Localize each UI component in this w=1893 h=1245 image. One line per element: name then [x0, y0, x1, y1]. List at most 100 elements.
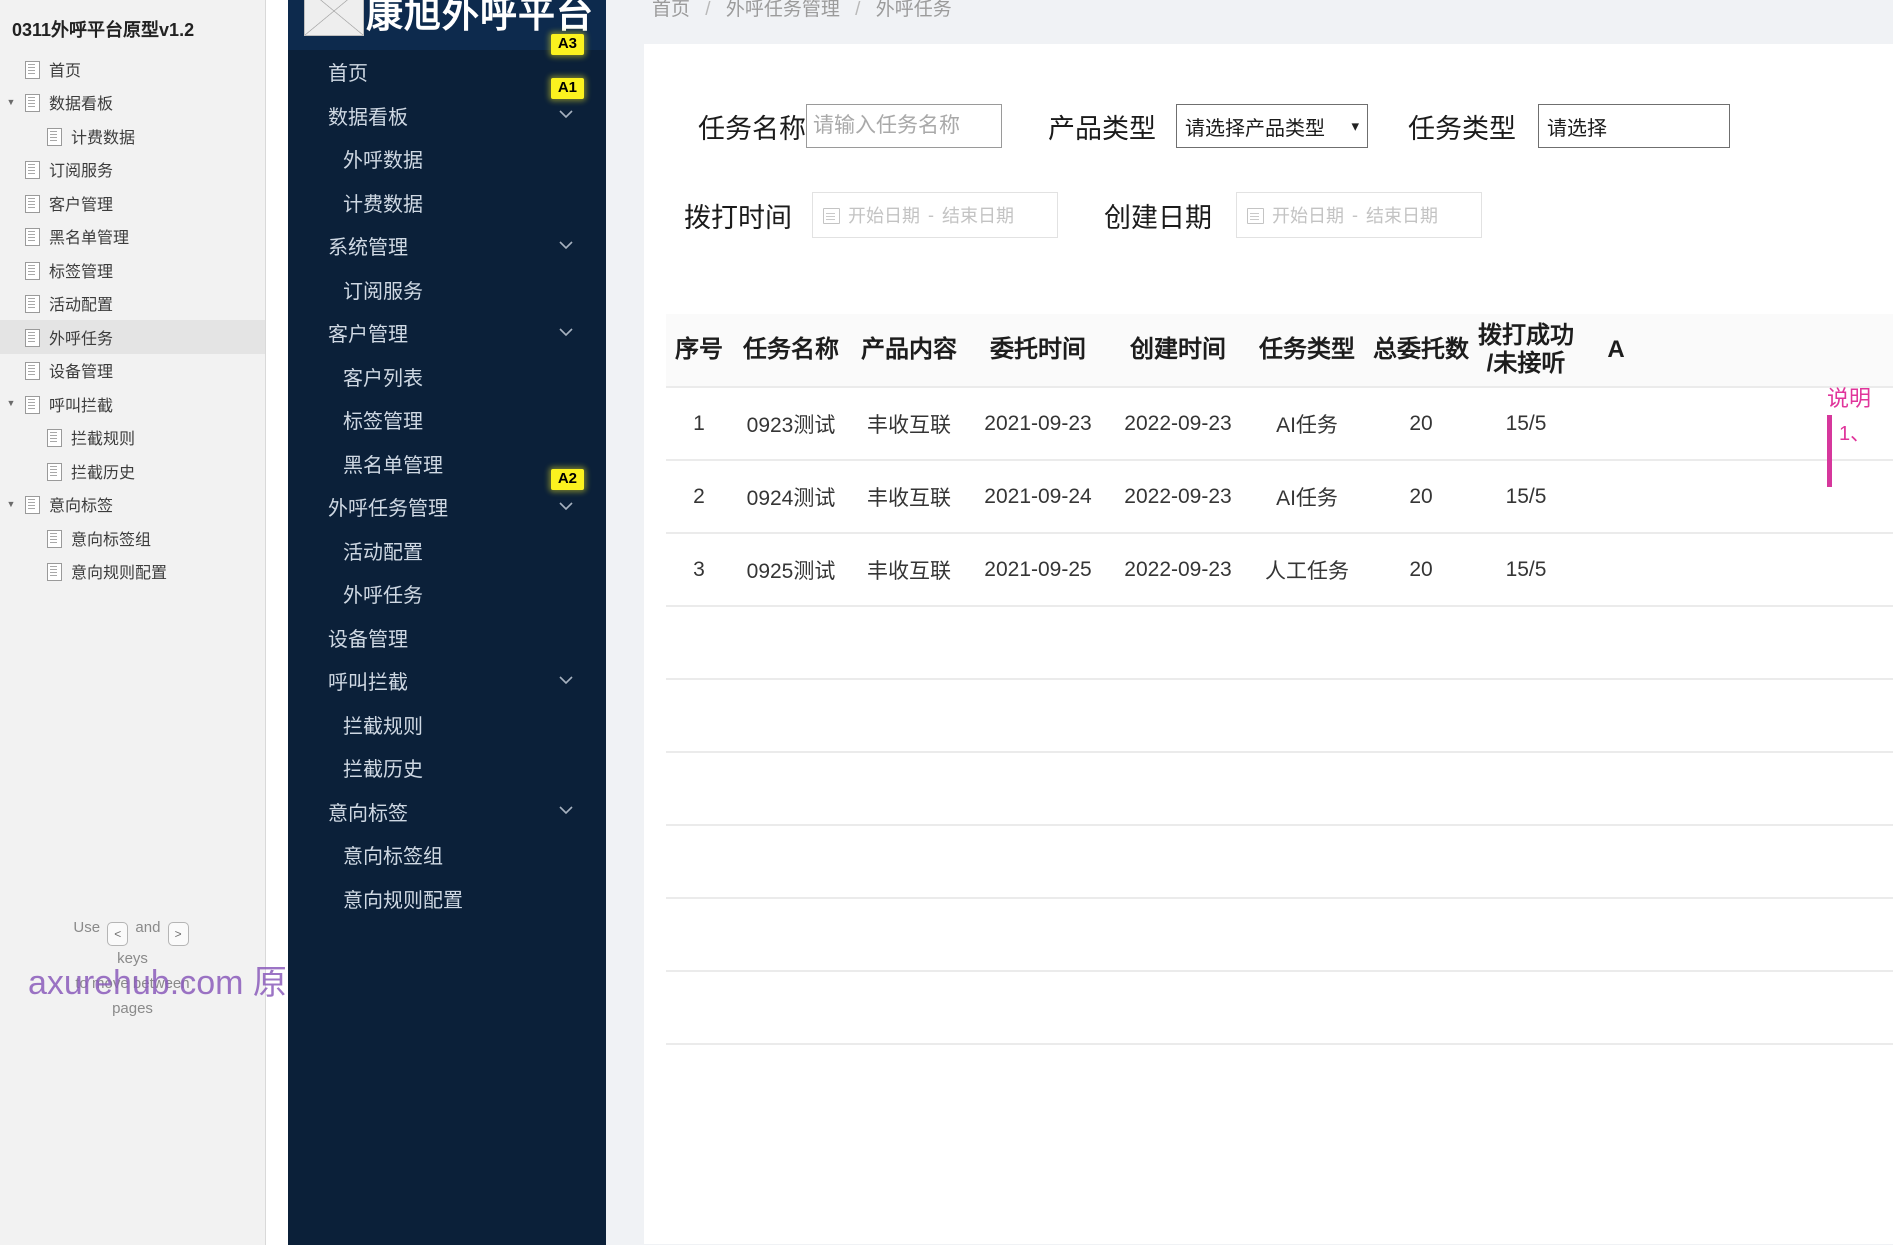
product-type-select[interactable]: 请选择产品类型 ▾ — [1176, 104, 1368, 148]
table-col-header-3: 委托时间 — [990, 336, 1086, 363]
nav-item-4[interactable]: 系统管理 — [288, 224, 606, 268]
table-row[interactable]: 1 0923测试 丰收互联 2021-09-23 2022-09-23 AI任务 20 15/… — [666, 388, 1893, 461]
nav-item-17[interactable]: 意向标签 — [288, 790, 606, 834]
sitemap-item-0[interactable]: ▼首页 — [0, 52, 265, 86]
table-col-header-0: 序号 — [675, 336, 723, 363]
call-time-dash: - — [928, 204, 934, 225]
chevron-down-icon[interactable] — [558, 672, 574, 688]
chevron-down-icon[interactable] — [558, 498, 574, 514]
calendar-icon — [823, 207, 840, 224]
nav-item-15[interactable]: 拦截规则 — [288, 703, 606, 747]
sitemap-item-9[interactable]: ▼设备管理 — [0, 354, 265, 388]
annotation-badge-A2[interactable]: A2 — [550, 469, 584, 490]
table-cell-task_name: 0923测试 — [746, 413, 836, 437]
breadcrumb-item-home[interactable]: 首页 — [652, 0, 690, 20]
app-title: 康旭外呼平台 — [366, 0, 594, 35]
create-date-end[interactable]: 结束日期 — [1366, 202, 1438, 228]
expand-triangle-icon[interactable]: ▼ — [0, 97, 22, 107]
chevron-down-icon[interactable] — [558, 802, 574, 818]
page-icon — [22, 293, 42, 314]
nav-item-5[interactable]: 订阅服务 — [288, 268, 606, 312]
table-row[interactable]: 3 0925测试 丰收互联 2021-09-25 2022-09-23 人工任务 20 15/… — [666, 534, 1893, 607]
table-row[interactable]: 2 0924测试 丰收互联 2021-09-24 2022-09-23 AI任务 20 15/… — [666, 461, 1893, 534]
expand-triangle-icon[interactable]: ▼ — [0, 399, 22, 408]
breadcrumb-separator: / — [705, 0, 711, 20]
nav-item-16[interactable]: 拦截历史 — [288, 746, 606, 790]
sitemap-item-2[interactable]: ▼计费数据 — [0, 119, 265, 153]
next-page-key[interactable]: > — [167, 922, 189, 946]
hint-and-text: and — [135, 919, 161, 936]
nav-item-18[interactable]: 意向标签组 — [288, 833, 606, 877]
nav-item-3[interactable]: 计费数据 — [288, 181, 606, 225]
sitemap-item-8[interactable]: ▼外呼任务 — [0, 320, 265, 354]
breadcrumb-item-task: 外呼任务 — [875, 0, 952, 20]
sitemap-item-11[interactable]: ▼拦截规则 — [0, 421, 265, 455]
nav-item-10[interactable]: 外呼任务管理 A2 — [288, 469, 606, 529]
sitemap-item-label: 活动配置 — [49, 297, 114, 315]
annotation-badge-A3[interactable]: A3 — [550, 34, 584, 55]
nav-item-label: 标签管理 — [343, 411, 423, 434]
page-icon — [22, 394, 42, 414]
sitemap-item-6[interactable]: ▼标签管理 — [0, 253, 265, 287]
task-type-select[interactable]: 请选择 — [1538, 104, 1730, 148]
table-cell-entrust_time: 2021-09-25 — [984, 557, 1092, 581]
sitemap-item-12[interactable]: ▼拦截历史 — [0, 454, 265, 488]
call-time-end[interactable]: 结束日期 — [942, 202, 1014, 228]
app-sidebar: 康旭外呼平台 首页 A3 数据看板 A1 外呼数据 计费数据 系统管理 订阅服务 客户管理 客户列… — [288, 0, 606, 1245]
nav-item-label: 活动配置 — [343, 541, 423, 564]
sitemap-item-1[interactable]: ▼ 数据看板 — [0, 86, 265, 120]
create-date-daterange[interactable]: 开始日期 - 结束日期 — [1236, 192, 1482, 238]
table-cell-index: 2 — [693, 484, 705, 508]
nav-item-1[interactable]: 数据看板 A1 — [288, 77, 606, 138]
task-name-label: 任务名称 — [698, 113, 806, 144]
table-cell-success_missed: 15/5 — [1505, 484, 1547, 508]
table-cell-entrust_time: 2021-09-23 — [984, 411, 1092, 435]
nav-item-12[interactable]: 外呼任务 — [288, 572, 606, 616]
sitemap-item-label: 意向标签组 — [71, 531, 152, 549]
prototype-title: 0311外呼平台原型v1.2 — [12, 20, 195, 40]
sitemap-item-4[interactable]: ▼客户管理 — [0, 186, 265, 220]
create-date-start[interactable]: 开始日期 — [1272, 202, 1344, 228]
table-cell-task_type: 人工任务 — [1265, 559, 1349, 583]
sitemap-item-5[interactable]: ▼黑名单管理 — [0, 220, 265, 254]
table-empty-row — [666, 972, 1893, 1045]
chevron-down-icon[interactable] — [558, 324, 574, 340]
prev-page-key[interactable]: < — [107, 922, 129, 946]
nav-item-7[interactable]: 客户列表 — [288, 355, 606, 399]
breadcrumb-item-task-mgmt[interactable]: 外呼任务管理 — [726, 0, 840, 20]
nav-item-19[interactable]: 意向规则配置 — [288, 877, 606, 921]
chevron-down-icon[interactable] — [558, 106, 574, 122]
nav-item-label: 黑名单管理 — [343, 454, 443, 477]
nav-item-11[interactable]: 活动配置 — [288, 529, 606, 573]
screen: 0311外呼平台原型v1.2 ▼首页▼数据看板▼计费数据▼订阅服务▼客户管理▼黑… — [0, 0, 1893, 1245]
annotation-title: 说明 — [1827, 386, 1872, 411]
sitemap-item-13[interactable]: ▼ 意向标签 — [0, 488, 265, 522]
sitemap-item-3[interactable]: ▼订阅服务 — [0, 153, 265, 187]
nav-item-2[interactable]: 外呼数据 — [288, 137, 606, 181]
nav-item-13[interactable]: 设备管理 — [288, 616, 606, 660]
create-date-label: 创建日期 — [1104, 202, 1212, 233]
nav-item-8[interactable]: 标签管理 — [288, 398, 606, 442]
annotation-badge-A1[interactable]: A1 — [550, 77, 584, 99]
table-header-row: 序号 任务名称 产品内容 委托时间 创建时间 任务类型 总委托数 拨打成功 /未接听 A — [666, 314, 1893, 388]
filter-row-1: 任务名称 请输入任务名称 产品类型 请选择产品类型 ▾ 任务类型 请选择 — [698, 104, 1730, 148]
table-cell-task_type: AI任务 — [1276, 486, 1338, 510]
sitemap-item-10[interactable]: ▼ 呼叫拦截 — [0, 387, 265, 421]
sitemap-item-14[interactable]: ▼意向标签组 — [0, 521, 265, 555]
table-cell-entrust_time: 2021-09-24 — [984, 484, 1092, 508]
chevron-down-icon: ▾ — [1351, 118, 1359, 135]
sitemap-item-7[interactable]: ▼活动配置 — [0, 287, 265, 321]
task-name-input[interactable]: 请输入任务名称 — [806, 104, 1002, 148]
nav-item-14[interactable]: 呼叫拦截 — [288, 659, 606, 703]
sitemap-item-15[interactable]: ▼意向规则配置 — [0, 555, 265, 589]
nav-item-label: 外呼任务管理 — [328, 498, 448, 521]
hint-move-text: to move between — [75, 975, 190, 992]
call-time-start[interactable]: 开始日期 — [848, 202, 920, 228]
call-time-daterange[interactable]: 开始日期 - 结束日期 — [812, 192, 1058, 238]
nav-item-6[interactable]: 客户管理 — [288, 311, 606, 355]
nav-item-label: 拦截规则 — [343, 715, 423, 738]
expand-triangle-icon[interactable]: ▼ — [0, 499, 22, 509]
app-nav-list: 首页 A3 数据看板 A1 外呼数据 计费数据 系统管理 订阅服务 客户管理 客户列表 标签管理 黑名… — [288, 34, 606, 921]
hint-keys-text: keys — [117, 950, 148, 967]
chevron-down-icon[interactable] — [558, 237, 574, 253]
